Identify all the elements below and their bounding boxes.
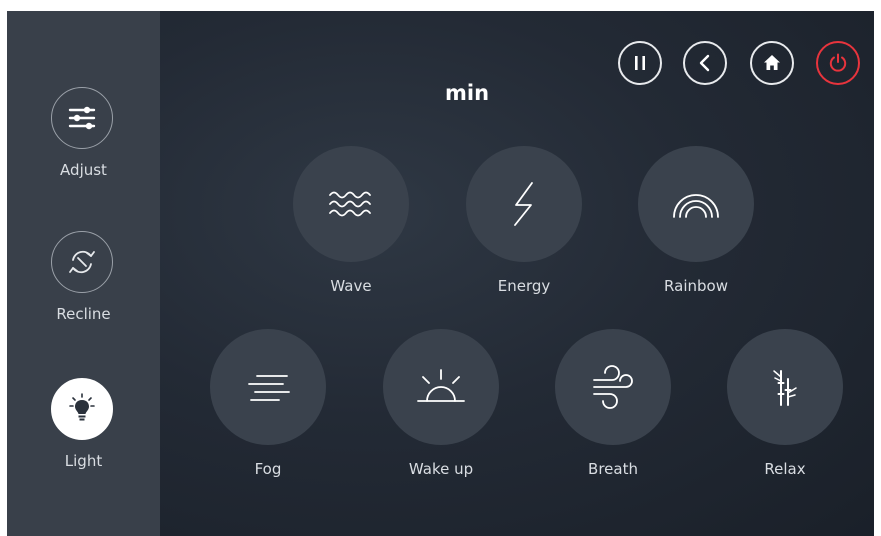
mode-label: Fog — [254, 460, 282, 478]
mode-fog[interactable]: Fog — [210, 329, 326, 478]
mode-wake-up[interactable]: Wake up — [383, 329, 499, 478]
home-icon — [764, 55, 780, 70]
sidebar-item-label: Adjust — [60, 161, 107, 179]
mode-energy[interactable]: Energy — [466, 146, 582, 295]
mode-breath[interactable]: Breath — [555, 329, 671, 478]
app-screen: Adjust Recline Light min Wave Energy Rai… — [7, 11, 874, 536]
rainbow-icon — [638, 146, 754, 262]
lightbulb-icon — [51, 378, 113, 440]
power-icon — [829, 53, 847, 72]
page-title: min — [444, 81, 490, 105]
wave-icon — [293, 146, 409, 262]
sidebar: Adjust Recline Light — [7, 11, 160, 536]
sidebar-item-recline[interactable]: Recline — [7, 231, 160, 341]
sunrise-icon — [383, 329, 499, 445]
sliders-icon — [51, 87, 113, 149]
pause-button[interactable] — [618, 41, 662, 85]
mode-rainbow[interactable]: Rainbow — [638, 146, 754, 295]
lightning-icon — [466, 146, 582, 262]
mode-label: Rainbow — [664, 277, 728, 295]
sidebar-item-light[interactable]: Light — [7, 378, 160, 488]
sidebar-item-label: Light — [64, 452, 103, 470]
power-button[interactable] — [816, 41, 860, 85]
mode-wave[interactable]: Wave — [293, 146, 409, 295]
recline-icon — [51, 231, 113, 293]
back-icon — [699, 54, 710, 72]
sidebar-item-adjust[interactable]: Adjust — [7, 87, 160, 197]
sidebar-item-label: Recline — [56, 305, 111, 323]
back-button[interactable] — [683, 41, 727, 85]
mode-relax[interactable]: Relax — [727, 329, 843, 478]
mode-label: Wake up — [408, 460, 474, 478]
mode-label: Wave — [330, 277, 372, 295]
pause-icon — [635, 56, 645, 70]
mode-label: Energy — [497, 277, 551, 295]
wind-icon — [555, 329, 671, 445]
mode-label: Breath — [588, 460, 638, 478]
fog-icon — [210, 329, 326, 445]
home-button[interactable] — [750, 41, 794, 85]
bamboo-icon — [727, 329, 843, 445]
mode-label: Relax — [764, 460, 806, 478]
